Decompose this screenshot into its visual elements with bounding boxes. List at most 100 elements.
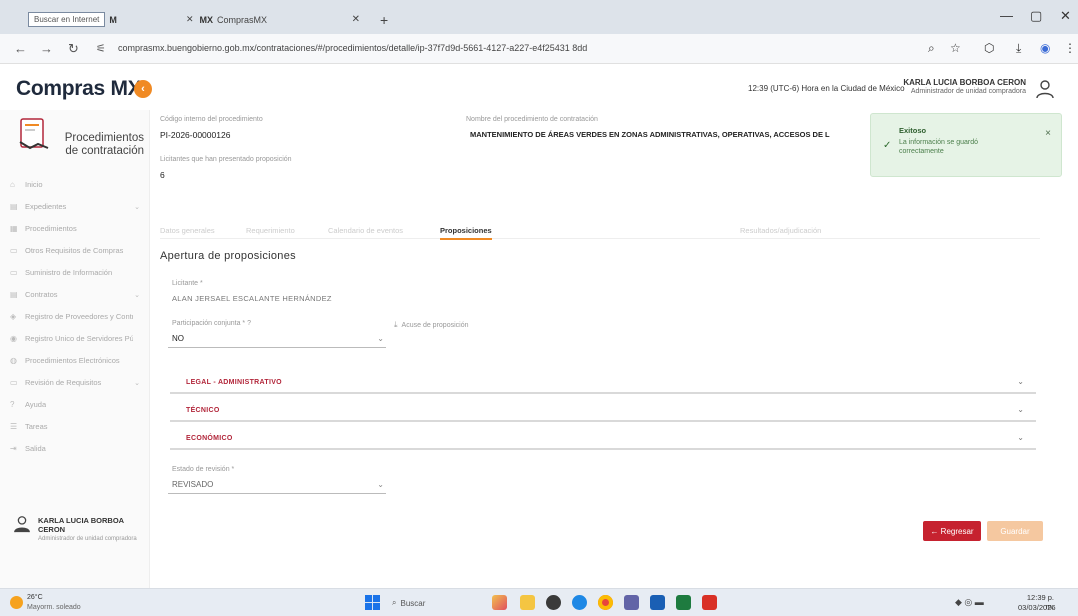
app-logo[interactable]: Compras MX — [16, 77, 142, 101]
browser-tab-search[interactable]: Buscar en Internet M — [20, 5, 170, 34]
reload-icon[interactable]: ↻ — [68, 41, 79, 57]
tab-requerimiento[interactable]: Requerimiento — [246, 226, 295, 235]
toast-title: Exitoso — [899, 126, 927, 135]
acuse-label: Acuse de proposición — [401, 321, 469, 329]
nombre-value: MANTENIMIENTO DE ÁREAS VERDES EN ZONAS A… — [470, 130, 830, 139]
taskbar-search[interactable]: ⌕ Buscar — [392, 595, 466, 611]
sidebar-item-label: Procedimientos — [25, 224, 77, 233]
toast-close-icon[interactable]: × — [1045, 128, 1051, 139]
tab-close-icon[interactable]: ✕ — [352, 14, 360, 25]
sidebar-item-label: Salida — [25, 444, 46, 453]
estado-value: REVISADO — [172, 480, 214, 489]
sidebar-item[interactable]: ⌂ Inicio — [10, 180, 140, 189]
maximize-button[interactable]: ▢ — [1030, 8, 1042, 24]
chrome-icon[interactable] — [598, 595, 613, 610]
procedure-tabs: Datos generales Requerimiento Calendario… — [160, 223, 1040, 240]
sidebar-title: Procedimientos de contratación — [64, 132, 144, 157]
extensions-icon[interactable]: ⬡ — [984, 41, 994, 55]
profile-icon[interactable]: ◉ — [1040, 41, 1050, 55]
codigo-label: Código interno del procedimiento — [160, 116, 263, 123]
participacion-select[interactable]: NO ⌄ — [168, 332, 386, 348]
new-tab-button[interactable]: + — [372, 5, 396, 34]
tab-resultados[interactable]: Resultados/adjudicación — [740, 226, 821, 235]
toast-message: La información se guardó correctamente — [899, 139, 978, 155]
accordion-economico-label: ECONÓMICO — [186, 435, 233, 442]
site-info-icon[interactable]: ⚟ — [96, 42, 106, 55]
codigo-value: PI-2026-00000126 — [160, 130, 231, 140]
guardar-button[interactable]: Guardar — [987, 521, 1043, 541]
sidebar-item[interactable]: ☰ Tareas — [10, 422, 140, 431]
tab-calendario[interactable]: Calendario de eventos — [328, 226, 403, 235]
weather-temp: 26°C — [27, 594, 43, 601]
sidebar-item[interactable]: ▭ Revisión de Requisitos ⌄ — [10, 378, 140, 387]
acuse-link[interactable]: ⤓ Acuse de proposición — [394, 320, 468, 330]
url-field[interactable]: comprasmx.buengobierno.gob.mx/contrataci… — [118, 43, 738, 53]
accordion-tecnico[interactable]: TÉCNICO ⌄ — [170, 400, 1036, 422]
sidebar-item-icon: ▤ — [10, 290, 18, 299]
sidebar-user-name: KARLA LUCIA BORBOA CERON — [38, 516, 124, 534]
teams-icon[interactable] — [624, 595, 639, 610]
success-toast: ✓ Exitoso La información se guardó corre… — [870, 113, 1062, 177]
accordion-economico[interactable]: ECONÓMICO ⌄ — [170, 428, 1036, 450]
zoom-icon[interactable]: ⌕ — [928, 41, 935, 56]
browser-tab-comprasmx[interactable]: ✕ MX ComprasMX ✕ — [178, 5, 368, 34]
chevron-down-icon: ⌄ — [377, 334, 384, 343]
download-icon: ⤓ — [394, 320, 398, 329]
sidebar-item-icon: ◍ — [10, 356, 17, 365]
outlook-icon[interactable] — [650, 595, 665, 610]
close-window-button[interactable]: ✕ — [1060, 8, 1071, 24]
chevron-down-icon: ⌄ — [1017, 433, 1024, 442]
excel-icon[interactable] — [676, 595, 691, 610]
sidebar-item[interactable]: ▤ Expedientes ⌄ — [10, 202, 140, 211]
windows-start-icon[interactable] — [365, 595, 380, 610]
accordion-legal[interactable]: LEGAL - ADMINISTRATIVO ⌄ — [170, 372, 1036, 394]
download-icon[interactable]: ⤓ — [1016, 41, 1021, 56]
sidebar-item[interactable]: ? Ayuda — [10, 400, 140, 409]
minimize-button[interactable]: — — [1000, 8, 1013, 23]
tab-favicon-m: M — [109, 14, 117, 25]
collapse-sidebar-button[interactable]: ‹ — [134, 80, 152, 98]
clock-date[interactable]: 03/03/2026 — [1018, 603, 1056, 612]
app-icon[interactable] — [546, 595, 561, 610]
file-explorer-icon[interactable] — [520, 595, 535, 610]
sidebar-user-role: Administrador de unidad compradora — [38, 536, 137, 542]
sidebar-item[interactable]: ◉ Registro Unico de Servidores Públicos — [10, 334, 140, 343]
menu-icon[interactable]: ⋮ — [1064, 41, 1076, 55]
licitante-label: Licitante * — [172, 280, 203, 287]
weather-sun-icon[interactable] — [10, 596, 23, 609]
tab-datos-generales[interactable]: Datos generales — [160, 226, 215, 235]
tab-search-label: Buscar en Internet — [28, 12, 106, 27]
chevron-down-icon: ⌄ — [377, 480, 384, 489]
estado-select[interactable]: REVISADO ⌄ — [168, 478, 386, 494]
pdf-app-icon[interactable] — [702, 595, 717, 610]
star-icon[interactable]: ☆ — [950, 41, 961, 55]
edge-icon[interactable] — [572, 595, 587, 610]
sidebar-item[interactable]: ◈ Registro de Proveedores y Contratistas … — [10, 312, 140, 321]
check-icon: ✓ — [883, 140, 892, 151]
procedures-icon — [19, 118, 49, 150]
system-tray[interactable]: ◆ ◎ ▬ — [955, 597, 984, 608]
sidebar-header: Procedimientos de contratación — [10, 118, 144, 168]
licitantes-value: 6 — [160, 170, 165, 180]
sidebar-item-label: Contratos — [25, 290, 58, 299]
tab-proposiciones[interactable]: Proposiciones — [440, 226, 492, 240]
back-icon[interactable]: ← — [14, 41, 27, 56]
search-icon: ⌕ — [392, 598, 397, 607]
participacion-value: NO — [172, 334, 184, 343]
tab-close-icon[interactable]: ✕ — [186, 14, 194, 25]
sidebar-item[interactable]: ▭ Otros Requisitos de Compras — [10, 246, 140, 255]
weather-desc: Mayorm. soleado — [27, 604, 81, 611]
regresar-button[interactable]: ← Regresar — [923, 521, 981, 541]
user-avatar-icon[interactable] — [1034, 78, 1056, 100]
estado-label: Estado de revisión * — [172, 466, 235, 473]
sidebar-item-label: Ayuda — [25, 400, 47, 409]
sidebar-item[interactable]: ⇥ Salida — [10, 444, 140, 453]
sidebar-item[interactable]: ▦ Procedimientos — [10, 224, 140, 233]
sidebar-item[interactable]: ◍ Procedimientos Electrónicos — [10, 356, 140, 365]
photos-app-icon[interactable] — [492, 595, 507, 610]
sidebar-item-icon: ▤ — [10, 202, 18, 211]
forward-icon[interactable]: → — [40, 41, 53, 56]
sidebar-item[interactable]: ▤ Contratos ⌄ — [10, 290, 140, 299]
sidebar-item[interactable]: ▭ Suministro de Información — [10, 268, 140, 277]
sidebar-item-icon: ▭ — [10, 378, 18, 387]
